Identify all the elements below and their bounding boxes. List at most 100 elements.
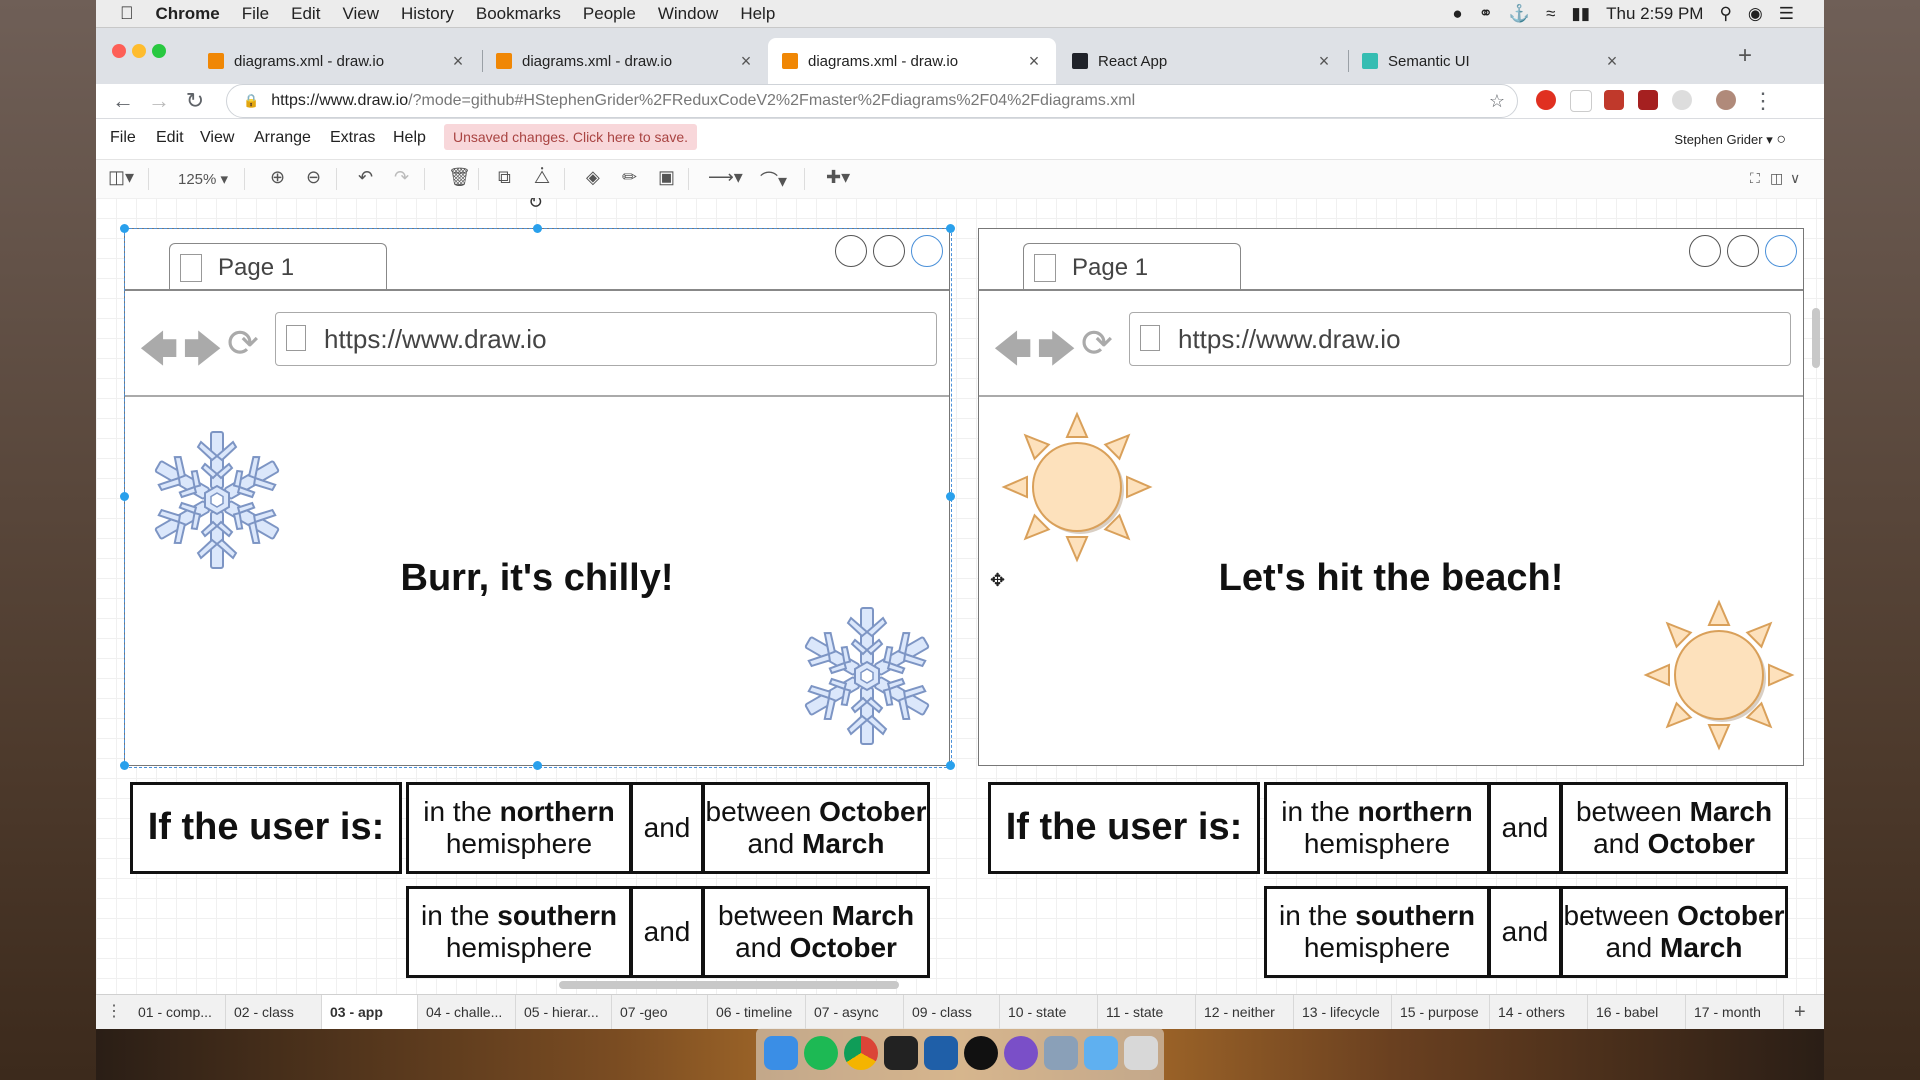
window-close-button[interactable] bbox=[112, 44, 126, 58]
months-cell[interactable]: between March and October bbox=[702, 886, 930, 978]
add-page-plus-icon[interactable]: + bbox=[1794, 995, 1806, 1029]
vscode-icon[interactable] bbox=[924, 1036, 958, 1070]
collapse-chevron-icon[interactable]: ∨ bbox=[1790, 170, 1800, 187]
condition-label-cell[interactable]: If the user is: bbox=[988, 782, 1260, 874]
waypoints-icon[interactable]: ⌒▾ bbox=[760, 167, 787, 193]
resize-handle[interactable] bbox=[946, 492, 955, 501]
page-tab[interactable]: 07 -geo bbox=[612, 995, 708, 1029]
spotify-icon[interactable] bbox=[804, 1036, 838, 1070]
menubar-file[interactable]: File bbox=[242, 4, 269, 24]
tab-close-icon[interactable]: × bbox=[1314, 51, 1334, 72]
and-cell[interactable]: and bbox=[1488, 782, 1562, 874]
page-tab[interactable]: 11 - state bbox=[1098, 995, 1196, 1029]
connection-style-icon[interactable]: ⟶▾ bbox=[708, 167, 743, 188]
shadow-icon[interactable]: ▣ bbox=[658, 167, 675, 188]
glasses-icon[interactable]: ⚭ bbox=[1479, 4, 1493, 24]
tab-close-icon[interactable]: × bbox=[1024, 51, 1044, 72]
obs-icon[interactable] bbox=[964, 1036, 998, 1070]
page-tab[interactable]: 05 - hierar... bbox=[516, 995, 612, 1029]
browser-tab-3-active[interactable]: diagrams.xml - draw.io × bbox=[768, 38, 1056, 84]
css-extension-icon[interactable] bbox=[1570, 90, 1592, 112]
terminal-icon[interactable] bbox=[884, 1036, 918, 1070]
resize-handle[interactable] bbox=[120, 761, 129, 770]
hemisphere-cell-southern[interactable]: in the southern hemisphere bbox=[406, 886, 632, 978]
creative-cloud-icon[interactable]: ● bbox=[1452, 4, 1462, 24]
unsaved-changes-button[interactable]: Unsaved changes. Click here to save. bbox=[444, 124, 698, 150]
drawio-menu-extras[interactable]: Extras bbox=[330, 129, 375, 147]
bookmark-star-icon[interactable]: ☆ bbox=[1489, 91, 1505, 112]
to-back-icon[interactable]: ⧊ bbox=[534, 167, 550, 188]
and-cell[interactable]: and bbox=[630, 886, 704, 978]
reload-icon[interactable]: ↻ bbox=[182, 88, 208, 114]
quill-app-icon[interactable] bbox=[1004, 1036, 1038, 1070]
menubar-window[interactable]: Window bbox=[658, 4, 718, 24]
zoom-out-icon[interactable]: ⊖ bbox=[306, 167, 321, 188]
ublock-extension-icon[interactable] bbox=[1638, 90, 1658, 110]
page-tab[interactable]: 06 - timeline bbox=[708, 995, 806, 1029]
vertical-scrollbar[interactable] bbox=[1812, 308, 1820, 368]
page-tab[interactable]: 02 - class bbox=[226, 995, 322, 1029]
hemisphere-cell-southern[interactable]: in the southern hemisphere bbox=[1264, 886, 1490, 978]
preview-icon[interactable] bbox=[1044, 1036, 1078, 1070]
chrome-menu-icon[interactable]: ⋮ bbox=[1750, 88, 1776, 114]
resize-handle[interactable] bbox=[946, 224, 955, 233]
and-cell[interactable]: and bbox=[1488, 886, 1562, 978]
globe-icon[interactable]: ○ bbox=[1776, 131, 1786, 148]
page-tab[interactable]: 13 - lifecycle bbox=[1294, 995, 1392, 1029]
page-tab[interactable]: 16 - babel bbox=[1588, 995, 1686, 1029]
tab-close-icon[interactable]: × bbox=[736, 51, 756, 72]
page-tab[interactable]: 09 - class bbox=[904, 995, 1000, 1029]
page-tab[interactable]: 03 - app bbox=[322, 995, 418, 1029]
address-url[interactable]: https://www.draw.io/?mode=github#HStephe… bbox=[271, 92, 1489, 110]
page-tab[interactable]: 04 - challe... bbox=[418, 995, 516, 1029]
window-minimize-button[interactable] bbox=[132, 44, 146, 58]
profile-avatar[interactable] bbox=[1716, 90, 1736, 110]
hemisphere-cell-northern[interactable]: in the northern hemisphere bbox=[406, 782, 632, 874]
finder-icon[interactable] bbox=[764, 1036, 798, 1070]
delete-trash-icon[interactable]: 🗑 bbox=[448, 167, 471, 188]
browser-tab-4[interactable]: React App × bbox=[1058, 38, 1346, 84]
months-cell[interactable]: between October and March bbox=[1560, 886, 1788, 978]
opera-extension-icon[interactable] bbox=[1536, 90, 1556, 110]
browser-mockup-summer[interactable]: Page 1 🡄 🡆 ⟳ https://www.draw.io Let's h… bbox=[978, 228, 1804, 766]
page-tab[interactable]: 17 - month bbox=[1686, 995, 1784, 1029]
chrome-icon[interactable] bbox=[844, 1036, 878, 1070]
zoom-in-icon[interactable]: ⊕ bbox=[270, 167, 285, 188]
redo-icon[interactable]: ↷ bbox=[394, 167, 409, 188]
spotlight-search-icon[interactable]: ⚲ bbox=[1719, 4, 1731, 24]
resize-handle[interactable] bbox=[120, 224, 129, 233]
drawio-canvas[interactable]: Page 1 🡄 🡆 ⟳ https://www.draw.io Burr, i… bbox=[96, 198, 1824, 994]
resize-handle[interactable] bbox=[120, 492, 129, 501]
to-front-icon[interactable]: ⧉ bbox=[498, 167, 511, 188]
new-tab-plus-icon[interactable]: + bbox=[1738, 42, 1752, 70]
months-cell[interactable]: between March and October bbox=[1560, 782, 1788, 874]
page-tab[interactable]: 12 - neither bbox=[1196, 995, 1294, 1029]
browser-tab-2[interactable]: diagrams.xml - draw.io × bbox=[482, 38, 768, 84]
tab-close-icon[interactable]: × bbox=[1602, 51, 1622, 72]
rotate-handle-icon[interactable]: ↻ bbox=[528, 198, 543, 213]
page-tab[interactable]: 07 - async bbox=[806, 995, 904, 1029]
user-menu[interactable]: Stephen Grider ▾ ○ bbox=[1674, 131, 1786, 149]
undo-icon[interactable]: ↶ bbox=[358, 167, 373, 188]
page-tab[interactable]: 14 - others bbox=[1490, 995, 1588, 1029]
page-tab[interactable]: 15 - purpose bbox=[1392, 995, 1490, 1029]
back-arrow-icon[interactable]: ← bbox=[110, 88, 136, 114]
format-panel-toggle-icon[interactable]: ◫▾ bbox=[108, 167, 134, 188]
browser-tab-1[interactable]: diagrams.xml - draw.io × bbox=[194, 38, 480, 84]
insert-plus-icon[interactable]: ✚▾ bbox=[826, 167, 850, 188]
apple-menu-icon[interactable]:  bbox=[120, 3, 134, 24]
fill-color-icon[interactable]: ◈ bbox=[586, 167, 600, 188]
menubar-edit[interactable]: Edit bbox=[291, 4, 320, 24]
tab-close-icon[interactable]: × bbox=[448, 51, 468, 72]
docker-icon[interactable]: ⚓ bbox=[1509, 4, 1530, 24]
drawio-menu-help[interactable]: Help bbox=[393, 129, 426, 147]
page-tab[interactable]: 01 - comp... bbox=[130, 995, 226, 1029]
resize-handle[interactable] bbox=[946, 761, 955, 770]
fullscreen-icon[interactable]: ⛶ bbox=[1750, 170, 1760, 187]
drawio-menu-arrange[interactable]: Arrange bbox=[254, 129, 311, 147]
downloads-folder-icon[interactable] bbox=[1084, 1036, 1118, 1070]
line-color-icon[interactable]: ✏ bbox=[622, 167, 637, 188]
menubar-history[interactable]: History bbox=[401, 4, 454, 24]
months-cell[interactable]: between October and March bbox=[702, 782, 930, 874]
browser-tab-5[interactable]: Semantic UI × bbox=[1348, 38, 1634, 84]
